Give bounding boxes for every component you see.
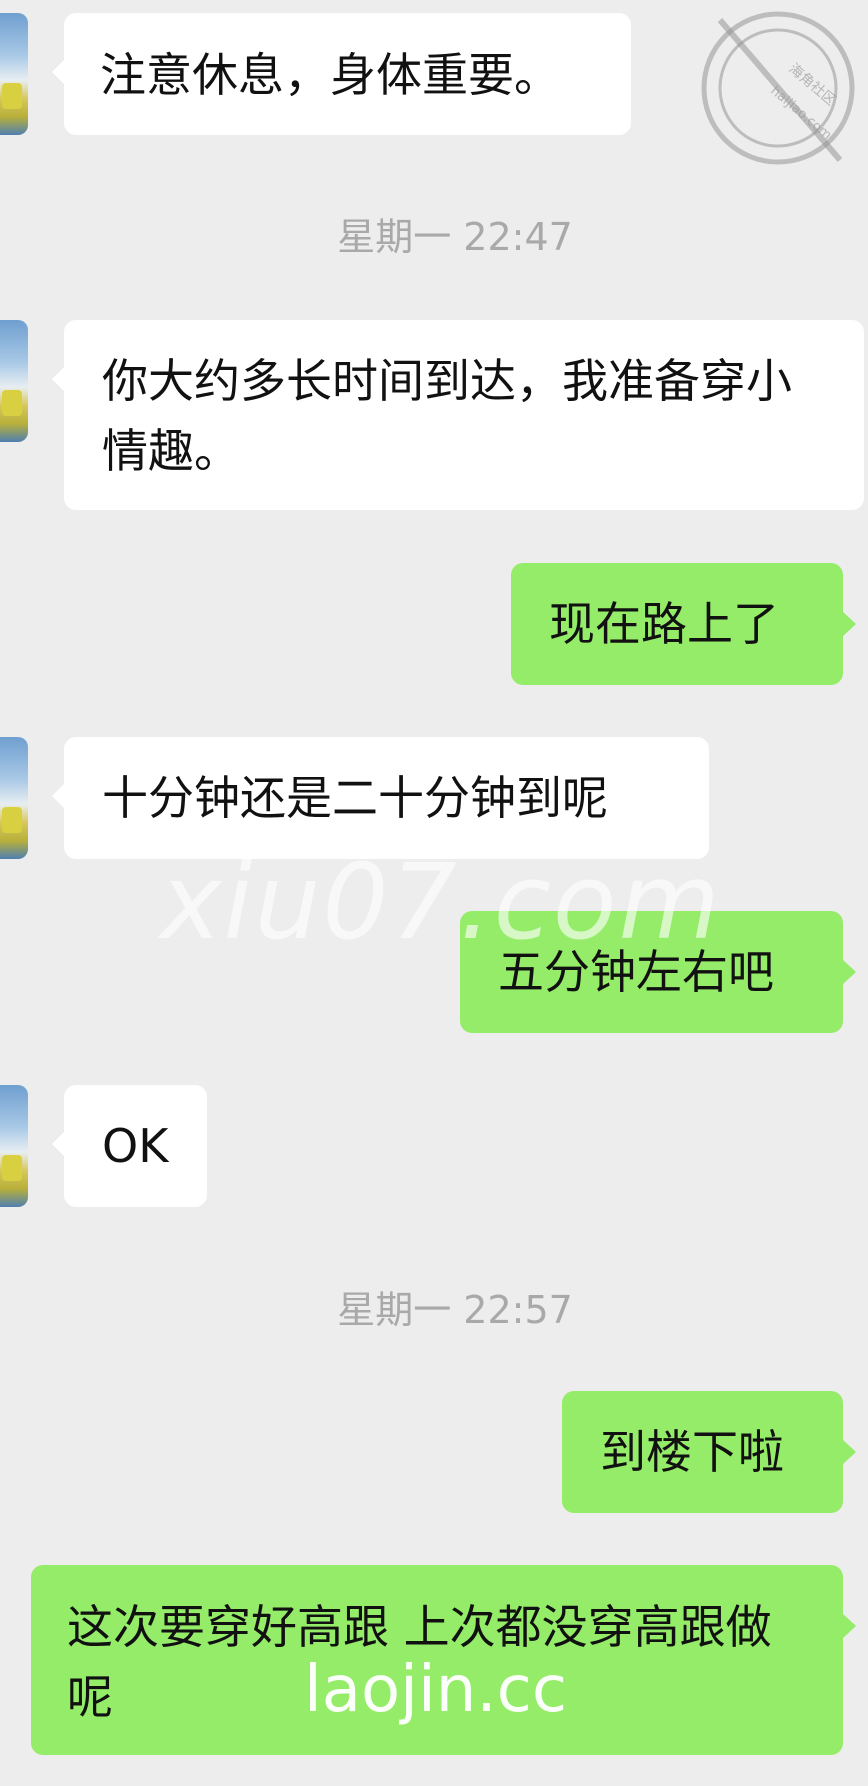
incoming-message[interactable]: 你大约多长时间到达，我准备穿小情趣。 (52, 320, 864, 510)
watermark-seal: 海角社区 haijiao.com (701, 11, 855, 165)
incoming-message[interactable]: 注意休息，身体重要。 (52, 13, 631, 135)
contact-avatar[interactable] (0, 320, 28, 442)
timestamp: 星期一 22:57 (337, 1288, 573, 1332)
outgoing-message[interactable]: 现在路上了 (511, 563, 856, 685)
contact-avatar[interactable] (0, 1085, 28, 1207)
outgoing-message[interactable]: 到楼下啦 (562, 1391, 856, 1513)
outgoing-message[interactable]: 五分钟左右吧 (460, 911, 856, 1033)
incoming-message[interactable]: 十分钟还是二十分钟到呢 (52, 737, 709, 859)
timestamp: 星期一 22:47 (337, 215, 573, 259)
contact-avatar[interactable] (0, 13, 28, 135)
incoming-message[interactable]: OK (52, 1085, 207, 1207)
contact-avatar[interactable] (0, 737, 28, 859)
outgoing-message[interactable]: 这次要穿好高跟 上次都没穿高跟做呢 (31, 1565, 856, 1755)
